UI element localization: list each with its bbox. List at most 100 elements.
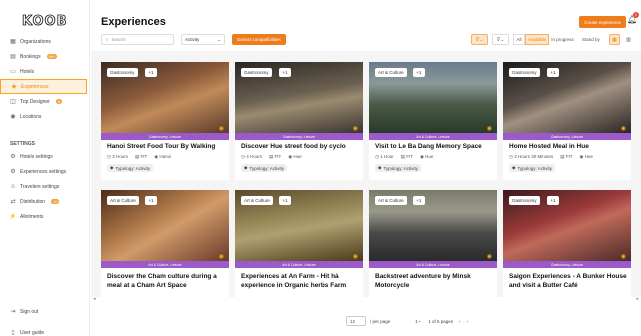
- eye-icon[interactable]: ◉: [621, 125, 626, 132]
- card-title: Experiences at An Farm - Hit hà experien…: [241, 273, 347, 289]
- experiences-grid: Gastronomy +1 ◉ Gastronomy, Leisure Hano…: [91, 51, 641, 297]
- card-tag: Art & Culture: [241, 196, 273, 205]
- sidebar-item-experiences[interactable]: ◈ Experiences: [0, 79, 87, 94]
- eye-icon[interactable]: ◉: [219, 125, 224, 132]
- sidebar-item-bookings[interactable]: ▤ Bookings 99+: [0, 49, 90, 64]
- sidebar-bottom: ⇥ Sign out ▯ User guide: [0, 304, 90, 336]
- experience-card[interactable]: Gastronomy +1 ◉ Gastronomy, Leisure Disc…: [235, 62, 363, 180]
- share-icon: ⇄: [10, 199, 16, 205]
- card-title: Discover the Cham culture during a meal …: [107, 273, 217, 289]
- filter-icon: ⊽⌄: [475, 36, 484, 43]
- pagination: 12 / per page 1 ⌄ 1 of 6 pages ‹ ›: [346, 316, 468, 326]
- clock-icon: ◷ 1 Hour: [375, 154, 394, 159]
- experience-card[interactable]: Gastronomy +1 ◉ Gastronomy, Leisure Hano…: [101, 62, 229, 180]
- grid-icon: ▦: [612, 36, 617, 43]
- pin-icon: ◉ Hue: [419, 154, 434, 159]
- card-count: +1: [279, 196, 291, 205]
- per-page-label: / per page: [370, 318, 391, 324]
- page-select[interactable]: 1 ⌄: [412, 316, 424, 326]
- prev-page-icon[interactable]: ‹: [459, 319, 461, 324]
- pin-icon: ◉ Hue: [288, 154, 302, 159]
- grid-view-button[interactable]: ▦: [609, 34, 620, 45]
- trip-designer-badge: 8: [55, 99, 63, 104]
- chevron-down-icon: ⌄: [217, 36, 221, 42]
- card-meta: ◷ 1 Hour ▤ FIT ◉ Hue: [375, 154, 433, 160]
- sign-out-link[interactable]: ⇥ Sign out: [0, 304, 90, 319]
- group-icon: ▤ FIT: [400, 154, 413, 159]
- card-tag: Gastronomy: [509, 196, 540, 205]
- card-categories: Art & Culture, Leisure: [369, 261, 497, 268]
- card-count: +1: [279, 68, 291, 77]
- group-icon: ▤ FIT: [134, 154, 148, 159]
- extract-compatibilities-button[interactable]: Extract compatibilities: [232, 34, 286, 45]
- clock-icon: ◷ 2 Hours 30 Minutes: [509, 154, 554, 159]
- settings-nav: ⚙ Hotels settings ⚙ Experiences settings ☺…: [0, 149, 90, 224]
- card-count: +1: [547, 68, 559, 77]
- toolbar: ⌕ Search Activity ⌄ Extract compatibilitie…: [101, 34, 641, 46]
- clock-icon: ◷ 4 Hours: [241, 154, 262, 159]
- status-available[interactable]: Available: [525, 34, 549, 45]
- next-page-icon[interactable]: ›: [467, 319, 469, 324]
- status-stand-by[interactable]: Stand by: [582, 34, 600, 45]
- eye-icon[interactable]: ◉: [487, 125, 492, 132]
- experience-card[interactable]: Art & Culture +1 ◉ Art & Culture, Leisur…: [369, 190, 497, 297]
- card-meta: ◷ 2 Hours 30 Minutes ▤ FIT ◉ Hue: [509, 154, 593, 160]
- card-tag: Gastronomy: [241, 68, 272, 77]
- card-title: Hanoi Street Food Tour By Walking: [107, 143, 216, 150]
- sidebar-item-locations[interactable]: ◉ Locations: [0, 109, 90, 124]
- chevron-down-icon: ⌄: [417, 318, 422, 323]
- sidebar-item-trip-designer[interactable]: ◫ Trip Designer 8: [0, 94, 90, 109]
- card-categories: Gastronomy, Leisure: [503, 261, 631, 268]
- map-view-button[interactable]: ▥: [623, 34, 634, 45]
- group-icon: ▤ FIT: [268, 154, 282, 159]
- sidebar-item-hotels-settings[interactable]: ⚙ Hotels settings: [0, 149, 90, 164]
- card-count: +1: [413, 68, 425, 77]
- card-categories: Gastronomy, Leisure: [503, 133, 631, 140]
- card-title: Saigon Experiences - A Bunker House and …: [509, 273, 627, 289]
- typology-chip: ◆ Typology: Activity: [241, 164, 287, 172]
- card-count: +1: [547, 196, 559, 205]
- sidebar-item-hotels[interactable]: ▭ Hotels: [0, 64, 90, 79]
- status-in-progress[interactable]: In progress: [549, 34, 576, 45]
- pin-icon: ◉: [10, 114, 16, 120]
- experience-card[interactable]: Art & Culture +1 ◉ Art & Culture, Leisur…: [235, 190, 363, 297]
- page-title: Experiences: [101, 16, 166, 28]
- sort-filter-button[interactable]: ⊽⌄: [492, 34, 509, 45]
- page-info: 1 of 6 pages: [428, 318, 454, 324]
- eye-icon[interactable]: ◉: [621, 253, 626, 260]
- typology-chip: ◆ Typology: Activity: [375, 164, 421, 172]
- bolt-icon: ⚡: [9, 214, 17, 220]
- per-page-select[interactable]: 12: [346, 316, 366, 326]
- experience-card[interactable]: Art & Culture +1 ◉ Art & Culture, Leisur…: [369, 62, 497, 180]
- app-logo[interactable]: KOOB: [22, 14, 68, 30]
- type-select[interactable]: Activity ⌄: [181, 34, 225, 45]
- experience-card[interactable]: Art & Culture +1 ◉ Art & Culture, Leisur…: [101, 190, 229, 297]
- experience-card[interactable]: Gastronomy +1 ◉ Gastronomy, Leisure Saig…: [503, 190, 631, 297]
- sidebar-item-experiences-settings[interactable]: ⚙ Experiences settings: [0, 164, 90, 179]
- sidebar-item-allotments[interactable]: ⚡ Allotments: [0, 209, 90, 224]
- status-all[interactable]: All: [513, 34, 525, 45]
- sidebar-item-distribution[interactable]: ⇄ Distribution 10: [0, 194, 90, 209]
- card-tag: Art & Culture: [375, 68, 407, 77]
- eye-icon[interactable]: ◉: [353, 125, 358, 132]
- create-experience-button[interactable]: Create experience: [579, 16, 626, 28]
- sidebar-item-travelers-settings[interactable]: ☺ Travelers settings: [0, 179, 90, 194]
- user-guide-link[interactable]: ▯ User guide: [0, 325, 90, 336]
- sidebar-item-organizations[interactable]: ▦ Organizations: [0, 34, 90, 49]
- card-count: +1: [145, 68, 157, 77]
- tag-icon: ◆: [110, 165, 114, 170]
- filter-button[interactable]: ⊽⌄: [471, 34, 488, 45]
- logout-icon: ⇥: [10, 309, 16, 315]
- search-input[interactable]: ⌕ Search: [101, 34, 174, 45]
- horizontal-scrollbar[interactable]: ◂ ▸: [91, 296, 641, 303]
- scroll-right-icon[interactable]: ▸: [636, 296, 639, 302]
- card-categories: Art & Culture, Leisure: [369, 133, 497, 140]
- experience-card[interactable]: Gastronomy +1 ◉ Gastronomy, Leisure Home…: [503, 62, 631, 180]
- calendar-icon: ▤: [10, 54, 16, 60]
- tag-icon: ◆: [512, 165, 516, 170]
- eye-icon[interactable]: ◉: [353, 253, 358, 260]
- eye-icon[interactable]: ◉: [487, 253, 492, 260]
- eye-icon[interactable]: ◉: [219, 253, 224, 260]
- scroll-left-icon[interactable]: ◂: [93, 296, 96, 302]
- card-title: Discover Hue street food by cyclo: [241, 143, 346, 150]
